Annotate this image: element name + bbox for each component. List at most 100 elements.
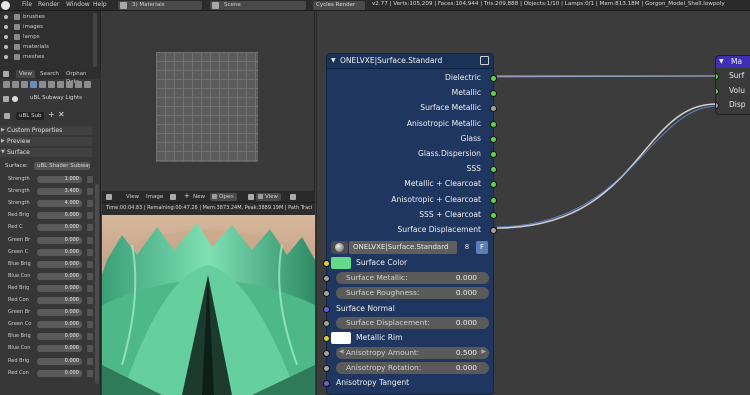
collapse-node-icon[interactable]: ▼	[331, 57, 336, 64]
tab-view[interactable]: View	[16, 70, 36, 78]
output-socket[interactable]	[490, 196, 497, 204]
socket-menu-icon[interactable]	[87, 369, 93, 377]
anisotropy-amount-slider[interactable]: ◀ Anisotropy Amount: 0.500 ▶	[336, 347, 489, 359]
socket-surface-metallic[interactable]	[323, 275, 330, 282]
world-browse-icon[interactable]	[4, 113, 10, 119]
socket-menu-icon[interactable]	[87, 236, 93, 244]
scene-icon[interactable]	[21, 81, 28, 88]
socket-menu-icon[interactable]	[87, 284, 93, 292]
editor-type-icon[interactable]	[3, 71, 9, 77]
outliner-item-lamps[interactable]: lamps	[4, 33, 40, 42]
node-header[interactable]: ▼ ONELVXE|Surface.Standard	[327, 54, 493, 69]
panel-preview[interactable]: ▶ Preview	[0, 137, 92, 146]
socket-surface[interactable]	[716, 73, 719, 80]
remove-world-icon[interactable]: ✕	[58, 110, 65, 119]
socket-anisotropy-tangent[interactable]	[323, 380, 330, 387]
world-icon[interactable]	[30, 81, 37, 88]
surface-shader-selector[interactable]: uBL Shader Subway	[34, 162, 90, 170]
socket-surface-roughness[interactable]	[323, 290, 330, 297]
render-layers-icon[interactable]	[12, 81, 19, 88]
surface-roughness-slider[interactable]: Surface Roughness: 0.000	[336, 287, 489, 299]
input-value-field[interactable]: 0.000	[37, 345, 82, 353]
socket-menu-icon[interactable]	[87, 176, 93, 183]
view-mode-selector[interactable]: View	[256, 193, 282, 201]
outliner-item-brushes[interactable]: brushes	[4, 13, 45, 22]
outliner-item-images[interactable]: images	[4, 23, 43, 32]
input-value-field[interactable]: 1.000	[37, 176, 82, 183]
input-value-field[interactable]: 0.000	[37, 369, 82, 377]
screen-layout-selector[interactable]: 3) Materials	[118, 1, 202, 10]
input-value-field[interactable]: 0.000	[37, 321, 82, 329]
display-mode-icon[interactable]	[248, 194, 254, 200]
outliner-scrollbar[interactable]	[93, 13, 97, 67]
surface-color-swatch[interactable]	[331, 257, 351, 269]
input-value-field[interactable]: 0.000	[37, 260, 82, 268]
socket-metallic-rim[interactable]	[323, 335, 330, 342]
input-value-field[interactable]: 3.400	[37, 188, 82, 196]
input-value-field[interactable]: 0.000	[37, 272, 82, 280]
socket-menu-icon[interactable]	[87, 260, 93, 268]
socket-menu-icon[interactable]	[87, 272, 93, 280]
input-value-field[interactable]: 4.000	[37, 200, 82, 208]
pin-image-icon[interactable]	[290, 194, 296, 200]
panel-surface[interactable]: ▼ Surface	[0, 148, 92, 157]
editor-type-icon[interactable]	[106, 194, 112, 200]
input-value-field[interactable]: 0.000	[37, 333, 82, 341]
expand-icon[interactable]	[4, 44, 8, 49]
input-value-field[interactable]: 0.000	[37, 248, 82, 256]
node-group-icon[interactable]	[480, 56, 489, 65]
input-value-field[interactable]: 0.000	[37, 212, 82, 220]
menu-help[interactable]: Help	[93, 1, 107, 8]
data-icon[interactable]	[66, 81, 73, 88]
material-output-node[interactable]: ▼ Ma Surf Volu Disp	[715, 55, 750, 115]
output-socket[interactable]	[490, 135, 497, 143]
object-icon[interactable]	[39, 81, 46, 88]
socket-menu-icon[interactable]	[87, 297, 93, 304]
node-group-name-field[interactable]: ONELVXE|Surface.Standard	[349, 241, 457, 254]
world-datablock-field[interactable]: uBL Sub	[16, 112, 44, 120]
new-image-plus-icon[interactable]: +	[184, 192, 190, 200]
expand-icon[interactable]	[4, 34, 8, 39]
socket-surface-normal[interactable]	[323, 306, 330, 313]
anisotropy-rotation-slider[interactable]: Anisotropy Rotation: 0.000	[336, 362, 489, 374]
render-icon[interactable]	[3, 81, 10, 88]
scene-selector[interactable]: Scene	[210, 1, 306, 10]
socket-volume[interactable]	[716, 88, 719, 95]
output-socket[interactable]	[490, 151, 497, 158]
node-group-user-count[interactable]: 8	[461, 241, 473, 254]
expand-icon[interactable]	[4, 14, 8, 19]
socket-surface-color[interactable]	[323, 260, 330, 267]
output-socket[interactable]	[490, 211, 497, 219]
metallic-rim-swatch[interactable]	[331, 332, 351, 344]
constraints-icon[interactable]	[48, 81, 55, 88]
socket-menu-icon[interactable]	[87, 212, 93, 220]
menu-render[interactable]: Render	[38, 1, 59, 8]
fake-user-button[interactable]: F	[476, 241, 488, 254]
socket-anisotropy-amount[interactable]	[323, 350, 330, 357]
uv-image-viewport[interactable]	[102, 11, 315, 191]
socket-menu-icon[interactable]	[87, 248, 93, 256]
output-socket[interactable]	[490, 120, 497, 128]
node-group-browse-icon[interactable]	[331, 241, 348, 254]
output-socket[interactable]	[490, 75, 497, 82]
menu-window[interactable]: Window	[66, 1, 90, 8]
input-value-field[interactable]: 0.000	[37, 236, 82, 244]
outliner-item-materials[interactable]: materials	[4, 43, 49, 52]
socket-anisotropy-rotation[interactable]	[323, 365, 330, 372]
modifiers-icon[interactable]	[57, 81, 64, 88]
socket-menu-icon[interactable]	[87, 321, 93, 329]
input-value-field[interactable]: 0.000	[37, 224, 82, 232]
open-image-button[interactable]: Open	[210, 193, 237, 201]
menu-view[interactable]: View	[126, 194, 139, 200]
editor-divider[interactable]	[316, 11, 317, 395]
socket-menu-icon[interactable]	[87, 309, 93, 317]
socket-menu-icon[interactable]	[87, 345, 93, 353]
input-value-field[interactable]: 0.000	[37, 284, 82, 292]
menu-file[interactable]: File	[22, 1, 32, 8]
panel-custom-properties[interactable]: ▶ Custom Properties	[0, 126, 92, 135]
increment-arrow-icon[interactable]: ▶	[481, 348, 486, 355]
image-browse-icon[interactable]	[170, 194, 176, 200]
menu-image[interactable]: Image	[146, 194, 163, 200]
blender-logo-icon[interactable]	[1, 1, 10, 10]
add-world-icon[interactable]: +	[48, 110, 55, 119]
